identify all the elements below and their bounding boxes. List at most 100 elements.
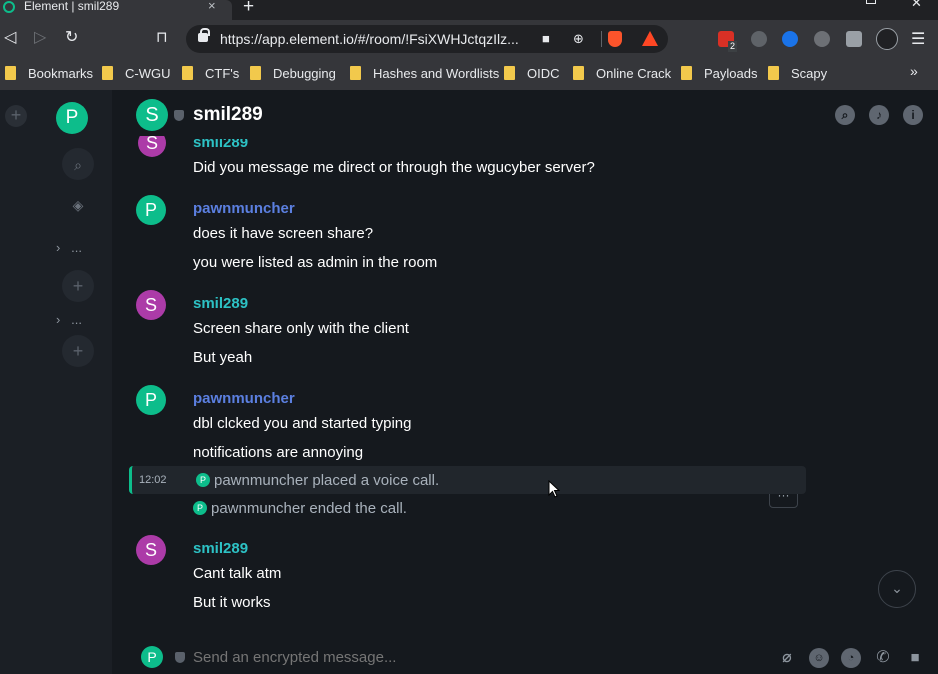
profile-avatar-icon[interactable] bbox=[876, 28, 898, 50]
brave-shields-icon[interactable] bbox=[608, 31, 622, 47]
bookmarks-overflow-button[interactable]: » bbox=[910, 63, 918, 79]
composer-avatar[interactable]: P bbox=[141, 646, 163, 668]
folder-icon bbox=[5, 66, 16, 80]
bookmark-payloads[interactable]: Payloads bbox=[681, 64, 757, 82]
sender-avatar[interactable]: P bbox=[136, 385, 166, 415]
forward-icon[interactable]: ▷ bbox=[34, 28, 46, 48]
create-space-button[interactable]: + bbox=[5, 105, 27, 127]
video-call-icon[interactable]: ■ bbox=[905, 648, 925, 668]
message-body: Screen share only with the client bbox=[193, 320, 409, 337]
jump-to-bottom-button[interactable]: ⌄ bbox=[878, 570, 916, 608]
folder-icon bbox=[182, 66, 193, 80]
bookmark-bookmarks[interactable]: Bookmarks bbox=[5, 64, 93, 82]
explore-button[interactable]: ◈ bbox=[62, 188, 94, 220]
tab-close-icon[interactable]: × bbox=[208, 0, 216, 13]
reload-icon[interactable]: ↻ bbox=[65, 28, 78, 48]
add-room-button[interactable]: + bbox=[62, 335, 94, 367]
shield-icon bbox=[174, 110, 184, 121]
camera-icon[interactable]: ■ bbox=[542, 31, 550, 46]
mouse-cursor-icon bbox=[548, 480, 560, 498]
emoji-icon[interactable]: ☺ bbox=[809, 648, 829, 668]
section-label: ... bbox=[71, 312, 83, 327]
folder-icon bbox=[504, 66, 515, 80]
spaces-bar: + bbox=[0, 90, 32, 674]
omnibox-divider bbox=[601, 31, 602, 47]
folder-icon bbox=[681, 66, 692, 80]
bookmark-online-crack[interactable]: Online Crack bbox=[573, 64, 671, 82]
message-body: But it works bbox=[193, 594, 271, 611]
sender-avatar[interactable]: S bbox=[136, 535, 166, 565]
section-toggle-rooms[interactable]: › ... bbox=[56, 312, 82, 327]
message-body: Did you message me direct or through the… bbox=[193, 159, 595, 176]
bookmark-scapy[interactable]: Scapy bbox=[768, 64, 827, 82]
room-view: S smil289 ⌕ ♪ i S smil289 Did you messag… bbox=[112, 90, 938, 674]
call-event-row[interactable]: 12:02 P pawnmuncher placed a voice call. bbox=[129, 466, 806, 494]
message-composer: P ⌀ ☺ ◔ ✆ ■ bbox=[112, 636, 938, 674]
bookmark-debugging[interactable]: Debugging bbox=[250, 64, 336, 82]
window-maximize-icon[interactable] bbox=[866, 0, 876, 4]
sender-name[interactable]: pawnmuncher bbox=[193, 200, 295, 217]
room-header: S smil289 ⌕ ♪ i bbox=[112, 90, 938, 136]
event-timestamp: 12:02 bbox=[139, 474, 167, 486]
message-body: But yeah bbox=[193, 349, 253, 366]
search-icon: ⌕ bbox=[74, 157, 82, 173]
address-bar[interactable]: https://app.element.io/#/room/!FsiXWHJct… bbox=[186, 25, 668, 53]
sender-avatar[interactable]: P bbox=[136, 195, 166, 225]
sender-avatar[interactable]: S bbox=[138, 136, 166, 157]
attachment-paperclip-icon[interactable]: ⌀ bbox=[777, 648, 797, 668]
back-icon[interactable]: ◁ bbox=[4, 28, 16, 48]
folder-icon bbox=[102, 66, 113, 80]
lock-icon bbox=[198, 28, 210, 42]
section-toggle-people[interactable]: › ... bbox=[56, 240, 82, 255]
zoom-icon[interactable]: ⊕ bbox=[573, 31, 584, 47]
room-search-icon[interactable]: ⌕ bbox=[835, 105, 855, 125]
message-timeline[interactable]: S smil289 Did you message me direct or t… bbox=[112, 136, 938, 626]
sender-name[interactable]: smil289 bbox=[193, 139, 248, 151]
bookmark-c-wgu[interactable]: C-WGU bbox=[102, 64, 171, 82]
browser-tab-bar: Element | smil289 × + ✕ bbox=[0, 0, 938, 20]
call-event-text: pawnmuncher ended the call. bbox=[211, 500, 407, 517]
bookmark-page-icon[interactable]: ⊓ bbox=[156, 28, 168, 48]
mini-avatar: P bbox=[193, 501, 207, 515]
new-tab-button[interactable]: + bbox=[243, 0, 254, 18]
mini-avatar: P bbox=[196, 473, 210, 487]
sender-avatar[interactable]: S bbox=[136, 290, 166, 320]
message-body: dbl clcked you and started typing bbox=[193, 415, 412, 432]
notifications-bell-icon[interactable]: ♪ bbox=[869, 105, 889, 125]
encryption-shield-icon bbox=[175, 652, 185, 663]
message-body: notifications are annoying bbox=[193, 444, 364, 461]
tab-title: Element | smil289 bbox=[24, 0, 120, 13]
browser-tab[interactable]: Element | smil289 × bbox=[0, 0, 232, 20]
call-event-text: pawnmuncher placed a voice call. bbox=[214, 472, 440, 489]
sticker-icon[interactable]: ◔ bbox=[841, 648, 861, 668]
brave-rewards-icon[interactable] bbox=[642, 31, 658, 46]
url-text[interactable]: https://app.element.io/#/room/!FsiXWHJct… bbox=[220, 31, 519, 47]
extension-spy-icon[interactable] bbox=[751, 31, 767, 47]
browser-menu-icon[interactable]: ☰ bbox=[911, 29, 925, 49]
sender-name[interactable]: smil289 bbox=[193, 540, 248, 557]
sender-name[interactable]: pawnmuncher bbox=[193, 390, 295, 407]
window-close-icon[interactable]: ✕ bbox=[911, 0, 922, 11]
search-button[interactable]: ⌕ bbox=[62, 148, 94, 180]
bookmark-hashes[interactable]: Hashes and Wordlists bbox=[350, 64, 499, 82]
bookmarks-bar: Bookmarks C-WGU CTF's Debugging Hashes a… bbox=[0, 58, 938, 90]
folder-icon bbox=[768, 66, 779, 80]
extensions-puzzle-icon[interactable] bbox=[846, 31, 862, 47]
room-name[interactable]: smil289 bbox=[193, 104, 263, 126]
room-avatar[interactable]: S bbox=[136, 99, 168, 131]
add-people-button[interactable]: + bbox=[62, 270, 94, 302]
voice-call-phone-icon[interactable]: ✆ bbox=[873, 648, 893, 668]
call-event-row[interactable]: P pawnmuncher ended the call. bbox=[129, 494, 806, 522]
message-input[interactable] bbox=[193, 649, 753, 666]
room-info-icon[interactable]: i bbox=[903, 105, 923, 125]
room-list-panel: P ⌕ ◈ › ... + › ... + bbox=[32, 90, 112, 674]
bookmark-oidc[interactable]: OIDC bbox=[504, 64, 560, 82]
extension-bug-icon[interactable] bbox=[814, 31, 830, 47]
extension-blue-icon[interactable] bbox=[782, 31, 798, 47]
message-body: you were listed as admin in the room bbox=[193, 254, 438, 271]
bookmark-ctfs[interactable]: CTF's bbox=[182, 64, 239, 82]
message-body: does it have screen share? bbox=[193, 225, 374, 242]
sender-name[interactable]: smil289 bbox=[193, 295, 248, 312]
section-label: ... bbox=[71, 240, 83, 255]
user-menu-avatar[interactable]: P bbox=[56, 102, 88, 134]
